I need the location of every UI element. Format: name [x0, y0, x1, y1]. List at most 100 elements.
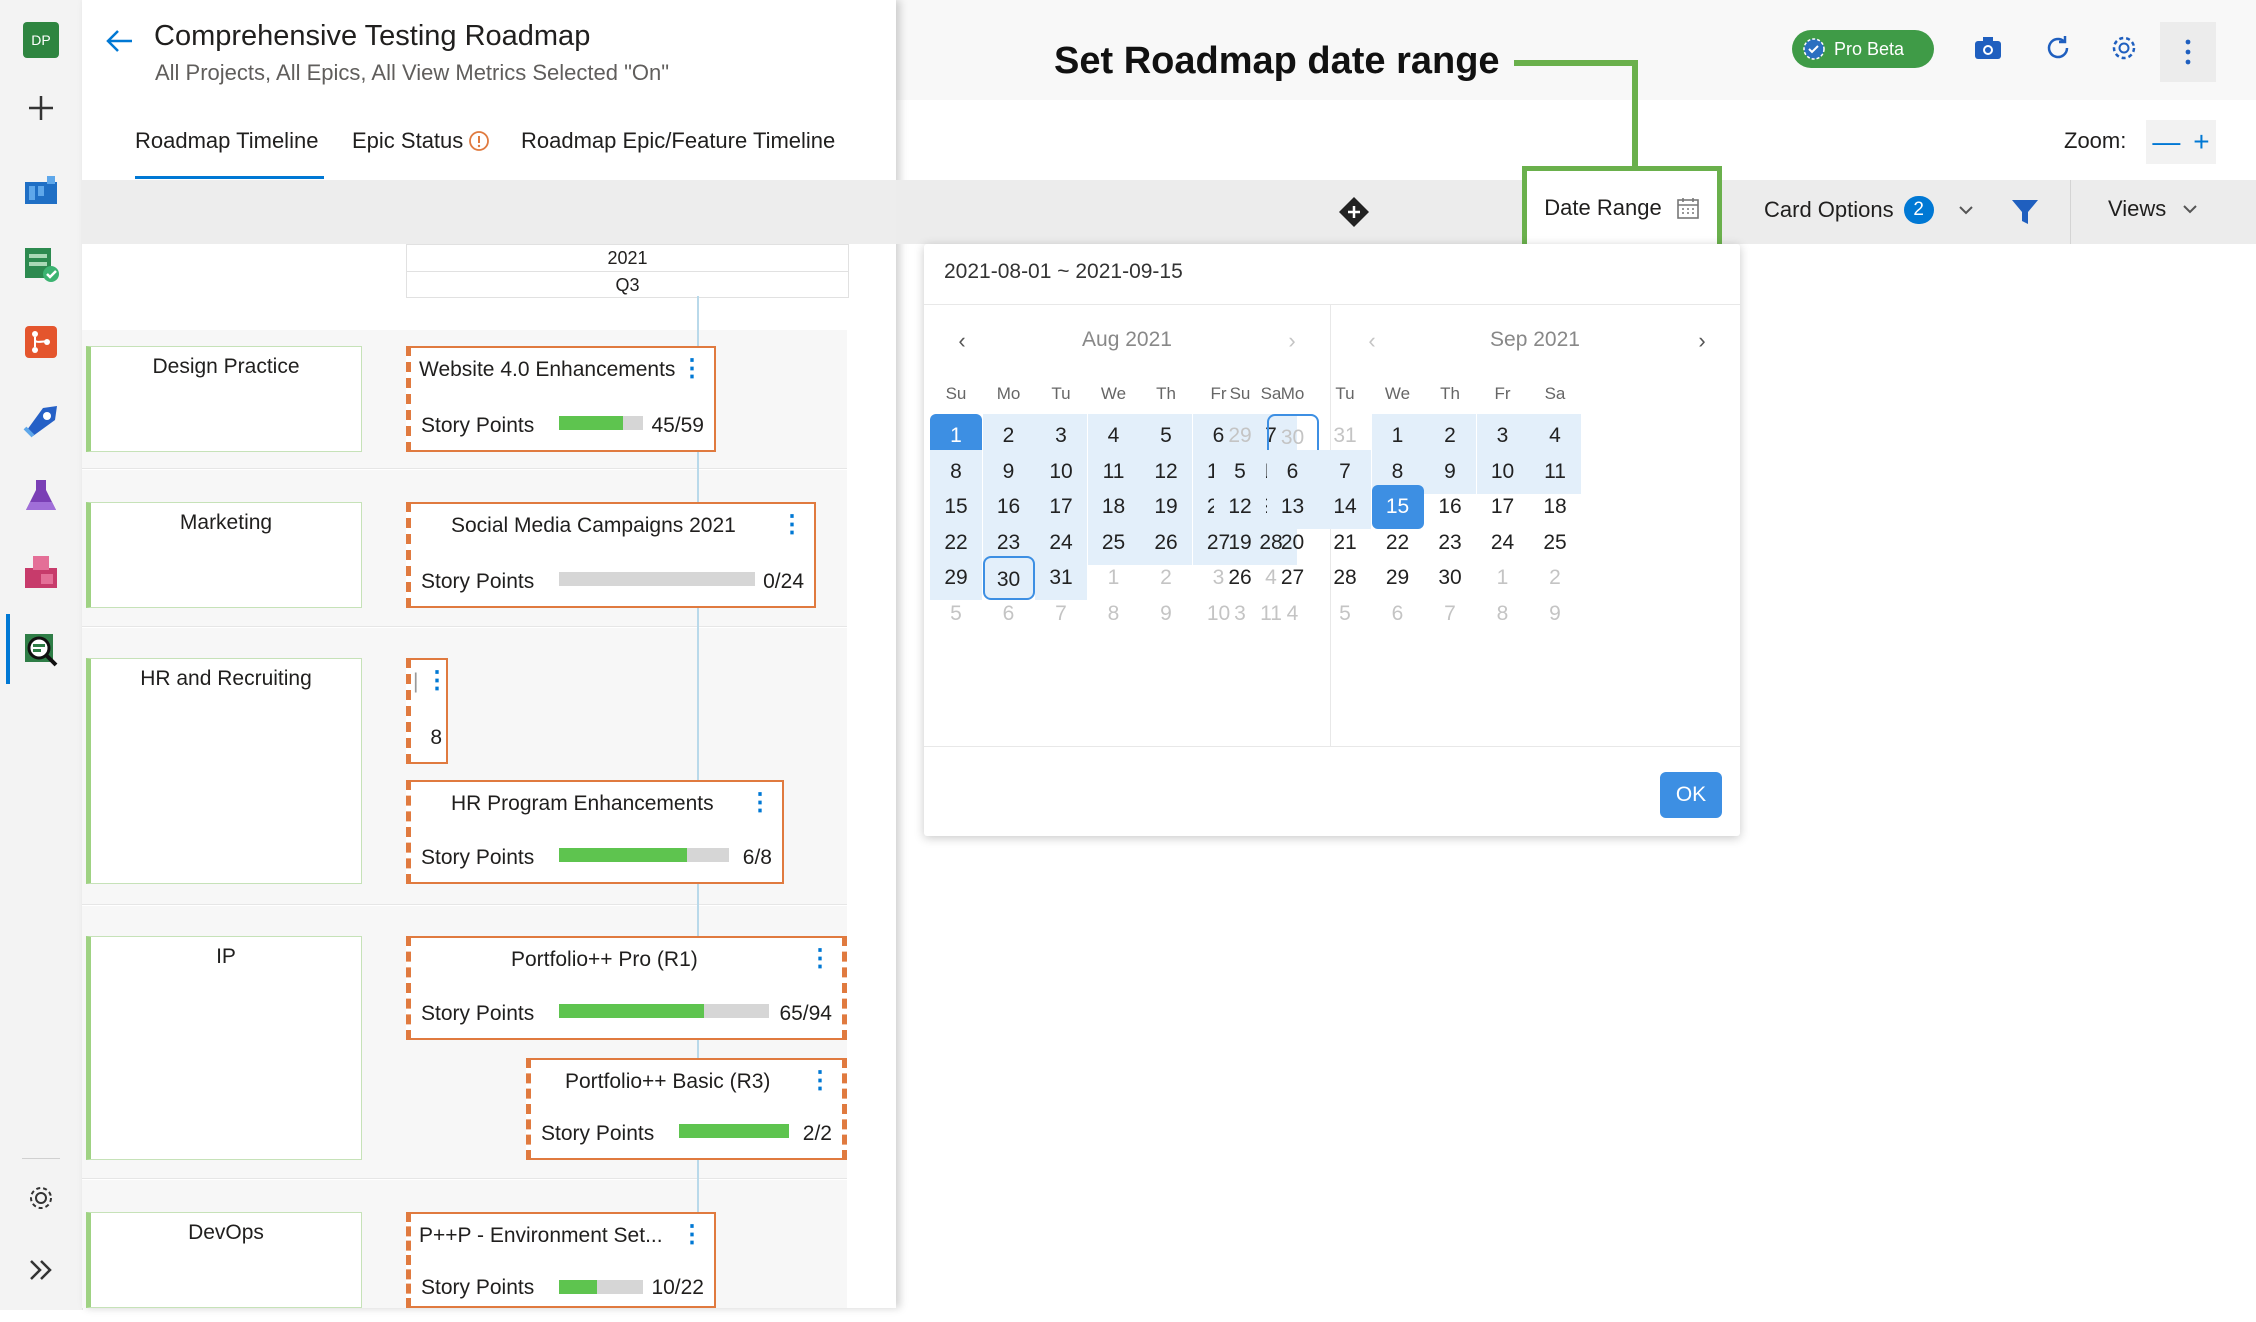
- calendar-day[interactable]: 5: [1319, 592, 1371, 636]
- badge-icon: [1802, 37, 1826, 61]
- group-devops[interactable]: DevOps: [86, 1212, 362, 1308]
- date-range-picker: 2021-08-01 ~ 2021-09-15 ‹ Aug 2021 › ‹ S…: [924, 244, 1740, 836]
- timeline-year: 2021: [407, 245, 848, 272]
- group-design-practice[interactable]: Design Practice: [86, 346, 362, 452]
- group-ip[interactable]: IP: [86, 936, 362, 1160]
- card-progress-bar: [559, 848, 729, 862]
- ok-button[interactable]: OK: [1660, 772, 1722, 818]
- milestone-diamond-icon[interactable]: [1338, 196, 1369, 227]
- selected-range-text[interactable]: 2021-08-01 ~ 2021-09-15: [944, 260, 1183, 284]
- zoom-control: — +: [2146, 120, 2216, 164]
- calendar-day[interactable]: 3: [1214, 592, 1266, 636]
- zoom-label: Zoom:: [2064, 128, 2127, 153]
- camera-icon[interactable]: [1968, 28, 2008, 68]
- card-title: Social Media Campaigns 2021: [451, 514, 736, 537]
- weekday-header: We: [1100, 384, 1127, 403]
- pro-beta-label: Pro Beta: [1834, 38, 1905, 59]
- calendar-day[interactable]: 8: [1477, 592, 1529, 636]
- active-tab-underline: [135, 176, 324, 179]
- card-menu-icon[interactable]: ⋮: [808, 944, 832, 973]
- prev-month-button[interactable]: ‹: [950, 328, 974, 354]
- epic-card[interactable]: Social Media Campaigns 2021 ⋮ Story Poin…: [406, 502, 816, 608]
- boards-icon[interactable]: [19, 166, 63, 210]
- calendar-day[interactable]: 6: [983, 592, 1035, 636]
- card-menu-icon[interactable]: ⋮: [425, 666, 449, 695]
- epic-card[interactable]: P++P - Environment Set... ⋮ Story Points…: [406, 1212, 716, 1308]
- pro-beta-badge[interactable]: Pro Beta: [1792, 30, 1934, 68]
- card-menu-icon[interactable]: ⋮: [680, 354, 704, 383]
- card-progress-bar: [559, 572, 755, 586]
- card-metric-value: 65/94: [779, 1002, 832, 1025]
- test-plans-icon[interactable]: [19, 474, 63, 518]
- calendar-day[interactable]: 9: [1529, 592, 1581, 636]
- lane-separator: [82, 904, 847, 905]
- weekday-header: Su: [945, 384, 967, 403]
- card-metric-value: 45/59: [651, 414, 704, 437]
- group-marketing[interactable]: Marketing: [86, 502, 362, 608]
- more-menu-button[interactable]: [2160, 22, 2216, 82]
- tab-roadmap-epic-feature-timeline[interactable]: Roadmap Epic/Feature Timeline: [521, 128, 835, 154]
- card-metric-value: 0/24: [763, 570, 804, 593]
- rail-active-indicator: [6, 614, 10, 684]
- tab-roadmap-timeline[interactable]: Roadmap Timeline: [135, 128, 318, 154]
- timeline-header: 2021 Q3: [406, 244, 849, 298]
- epic-card[interactable]: HR Program Enhancements ⋮ Story Points 6…: [406, 780, 784, 884]
- filter-icon[interactable]: [2010, 198, 2040, 226]
- picker-divider: [924, 304, 1740, 305]
- card-menu-icon[interactable]: ⋮: [680, 1220, 704, 1249]
- weekday-header: Mo: [1280, 384, 1305, 403]
- calendar-day[interactable]: 5: [930, 592, 982, 636]
- epic-card-collapsed[interactable]: | ⋮ 8: [406, 658, 449, 764]
- card-options-button[interactable]: Card Options 2: [1764, 196, 1974, 224]
- zoom-in-button[interactable]: +: [2193, 126, 2209, 158]
- card-progress-bar: [559, 416, 643, 430]
- repos-icon[interactable]: [19, 320, 63, 364]
- lane-separator: [82, 468, 847, 469]
- artifacts-icon[interactable]: [19, 550, 63, 594]
- card-progress-fill: [559, 416, 623, 430]
- card-progress-bar: [559, 1280, 643, 1294]
- calendar-day[interactable]: 7: [1035, 592, 1087, 636]
- settings-icon[interactable]: [19, 1176, 63, 1220]
- roadmap-search-icon[interactable]: [19, 628, 63, 672]
- card-progress-fill: [679, 1124, 789, 1138]
- calendar-day[interactable]: 9: [1140, 592, 1192, 636]
- card-progress-fill: [559, 848, 687, 862]
- weekday-header: We: [1384, 384, 1411, 403]
- card-progress-fill: [559, 1280, 597, 1294]
- group-hr-recruiting[interactable]: HR and Recruiting: [86, 658, 362, 884]
- user-avatar[interactable]: DP: [19, 18, 63, 62]
- card-menu-icon[interactable]: ⋮: [748, 788, 772, 817]
- month-title-right[interactable]: Sep 2021: [1435, 328, 1635, 352]
- next-month-button[interactable]: ›: [1690, 328, 1714, 354]
- annotation-headline: Set Roadmap date range: [1054, 40, 1500, 82]
- refresh-icon[interactable]: [2038, 28, 2078, 68]
- month-title-left[interactable]: Aug 2021: [1027, 328, 1227, 352]
- add-icon[interactable]: [19, 86, 63, 130]
- card-menu-icon[interactable]: ⋮: [780, 510, 804, 539]
- rail-divider: [22, 1158, 60, 1159]
- views-button[interactable]: Views: [2108, 196, 2198, 222]
- epic-card[interactable]: Portfolio++ Pro (R1) ⋮ Story Points 65/9…: [406, 936, 847, 1040]
- pipelines-icon[interactable]: [19, 398, 63, 442]
- zoom-out-button[interactable]: —: [2152, 126, 2180, 158]
- back-arrow-icon[interactable]: [104, 26, 134, 56]
- expand-icon[interactable]: [19, 1248, 63, 1292]
- card-menu-icon[interactable]: ⋮: [808, 1066, 832, 1095]
- test-check-icon[interactable]: [19, 242, 63, 286]
- picker-divider: [924, 746, 1740, 747]
- tab-epic-status[interactable]: Epic Status: [352, 128, 463, 154]
- epic-card[interactable]: Website 4.0 Enhancements ⋮ Story Points …: [406, 346, 716, 452]
- calendar-day[interactable]: 4: [1267, 592, 1319, 636]
- epic-card[interactable]: Portfolio++ Basic (R3) ⋮ Story Points 2/…: [526, 1058, 847, 1160]
- prev-month-button-right[interactable]: ‹: [1360, 328, 1384, 354]
- gear-icon[interactable]: [2104, 28, 2144, 68]
- timeline-quarter: Q3: [615, 274, 640, 295]
- date-range-button[interactable]: Date Range: [1522, 166, 1722, 250]
- calendar-day[interactable]: 7: [1424, 592, 1476, 636]
- calendar-day[interactable]: 8: [1088, 592, 1140, 636]
- next-month-button-left[interactable]: ›: [1280, 328, 1304, 354]
- calendar-day[interactable]: 6: [1372, 592, 1424, 636]
- card-progress-fill: [559, 1004, 704, 1018]
- page-title: Comprehensive Testing Roadmap: [154, 20, 591, 52]
